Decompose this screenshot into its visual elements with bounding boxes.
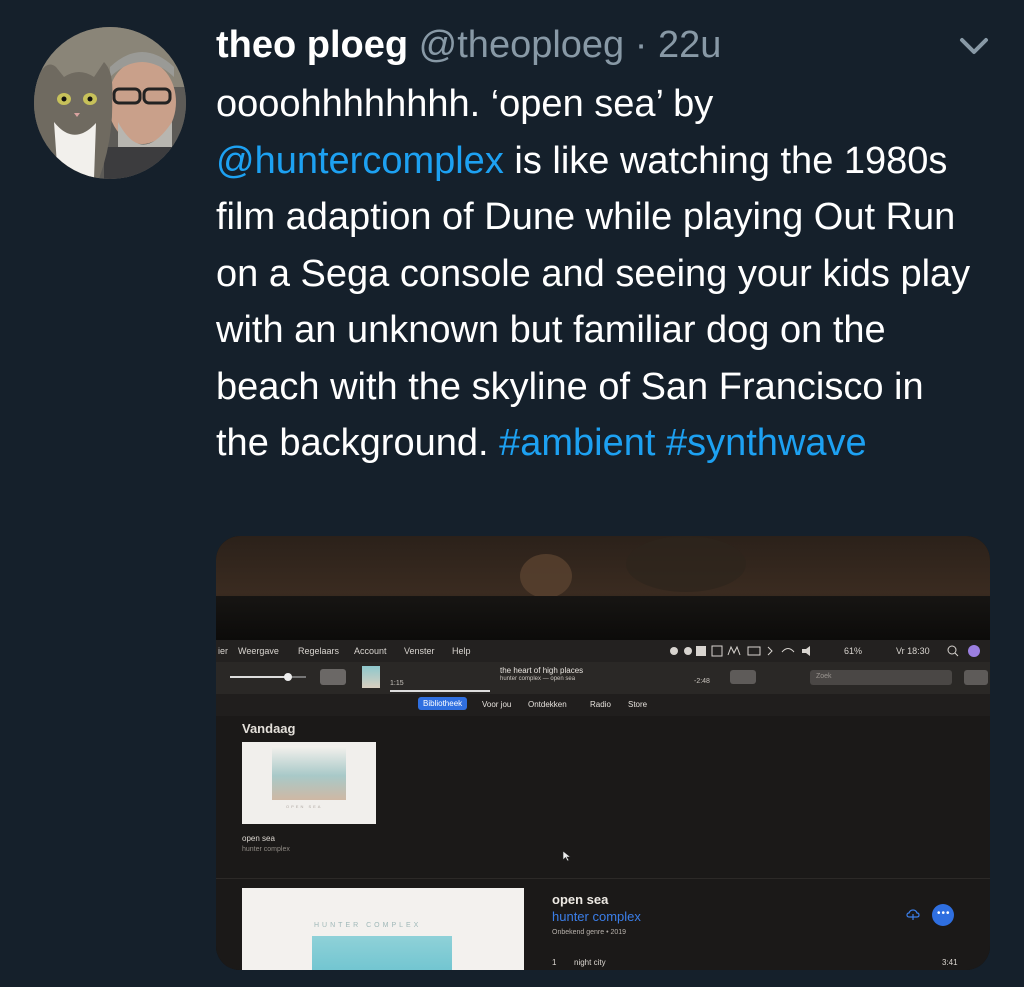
library-content: Vandaag OPEN SEA open sea hunter complex… [216, 716, 990, 970]
ellipsis-icon: ••• [937, 908, 951, 919]
up-next-button[interactable] [730, 670, 756, 684]
album-card-title[interactable]: open sea [242, 834, 275, 843]
more-options-button[interactable]: ••• [932, 904, 954, 926]
menu-venster[interactable]: Venster [404, 646, 435, 656]
tweet-text-part-2: is like watching the 1980s film adaption… [216, 139, 971, 465]
extra-button[interactable] [964, 670, 988, 685]
user-handle[interactable]: @theoploeg [419, 24, 625, 66]
album-detail-cover-text: HUNTER COMPLEX [314, 922, 422, 929]
tab-ontdekken[interactable]: Ontdekken [528, 700, 567, 709]
volume-slider[interactable] [230, 672, 310, 682]
itunes-tabs: Bibliotheek Voor jou Ontdekken Radio Sto… [216, 694, 990, 716]
menu-help[interactable]: Help [452, 646, 471, 656]
itunes-toolbar: 1:15 the heart of high places hunter com… [216, 662, 990, 694]
album-detail-title: open sea [552, 892, 609, 907]
album-detail-meta: Onbekend genre • 2019 [552, 929, 627, 936]
mouse-cursor-icon [562, 850, 572, 862]
mention-link[interactable]: @huntercomplex [216, 140, 504, 182]
divider [216, 878, 990, 879]
elapsed-time: 1:15 [390, 680, 404, 687]
track-name[interactable]: night city [574, 958, 606, 967]
album-detail-artist[interactable]: hunter complex [552, 909, 641, 924]
album-card-artist[interactable]: hunter complex [242, 846, 290, 853]
tab-radio[interactable]: Radio [590, 700, 611, 709]
menu-item[interactable]: ier [218, 646, 228, 656]
timestamp[interactable]: 22u [658, 24, 721, 66]
itunes-screen: ier Weergave Regelaars Account Venster H… [216, 640, 990, 970]
section-title: Vandaag [242, 721, 296, 736]
tab-bibliotheek[interactable]: Bibliotheek [418, 697, 468, 710]
remaining-time: -2:48 [694, 678, 710, 685]
status-icons [670, 645, 810, 657]
now-playing-subtitle: hunter complex — open sea [500, 676, 576, 682]
album-card-art[interactable]: OPEN SEA [242, 742, 376, 824]
track-time: 3:41 [942, 958, 958, 967]
hashtag-ambient[interactable]: #ambient [499, 422, 655, 464]
search-placeholder: Zoek [816, 673, 832, 680]
tab-store[interactable]: Store [628, 700, 647, 709]
track-number: 1 [552, 958, 557, 967]
mac-menubar: ier Weergave Regelaars Account Venster H… [216, 640, 990, 662]
display-name[interactable]: theo ploeg [216, 24, 408, 66]
tweet-photo[interactable]: ier Weergave Regelaars Account Venster H… [216, 536, 990, 970]
monitor-bezel [216, 596, 990, 640]
avatar[interactable] [34, 27, 186, 179]
now-playing-title: the heart of high places [500, 666, 584, 675]
menu-weergave[interactable]: Weergave [238, 646, 279, 656]
cover-gradient [312, 936, 452, 970]
airplay-button[interactable] [320, 669, 346, 685]
album-detail-cover: HUNTER COMPLEX [242, 888, 524, 970]
album-art-text: OPEN SEA [286, 804, 323, 809]
search-field[interactable]: Zoek [810, 670, 952, 685]
now-playing-artwork [362, 666, 380, 688]
menubar-clock: Vr 18:30 [896, 646, 930, 656]
tab-voor-jou[interactable]: Voor jou [482, 700, 511, 709]
tweet-text-part-1: oooohhhhhhhh. ‘open sea’ by [216, 83, 714, 125]
cloud-download-icon[interactable] [906, 908, 920, 922]
tweet-header: theo ploeg @theoploeg · 22u [216, 22, 721, 68]
hashtag-synthwave[interactable]: #synthwave [666, 422, 867, 464]
tweet-text: oooohhhhhhhh. ‘open sea’ by @huntercompl… [216, 76, 976, 472]
progress-bar[interactable] [390, 690, 490, 692]
chevron-down-icon[interactable] [954, 32, 994, 62]
spotlight-icon[interactable] [944, 643, 988, 659]
menu-account[interactable]: Account [354, 646, 387, 656]
separator-dot: · [634, 24, 648, 66]
menu-regelaars[interactable]: Regelaars [298, 646, 339, 656]
album-gradient [272, 746, 346, 800]
avatar-photo [34, 27, 186, 179]
battery-percent: 61% [844, 646, 863, 656]
